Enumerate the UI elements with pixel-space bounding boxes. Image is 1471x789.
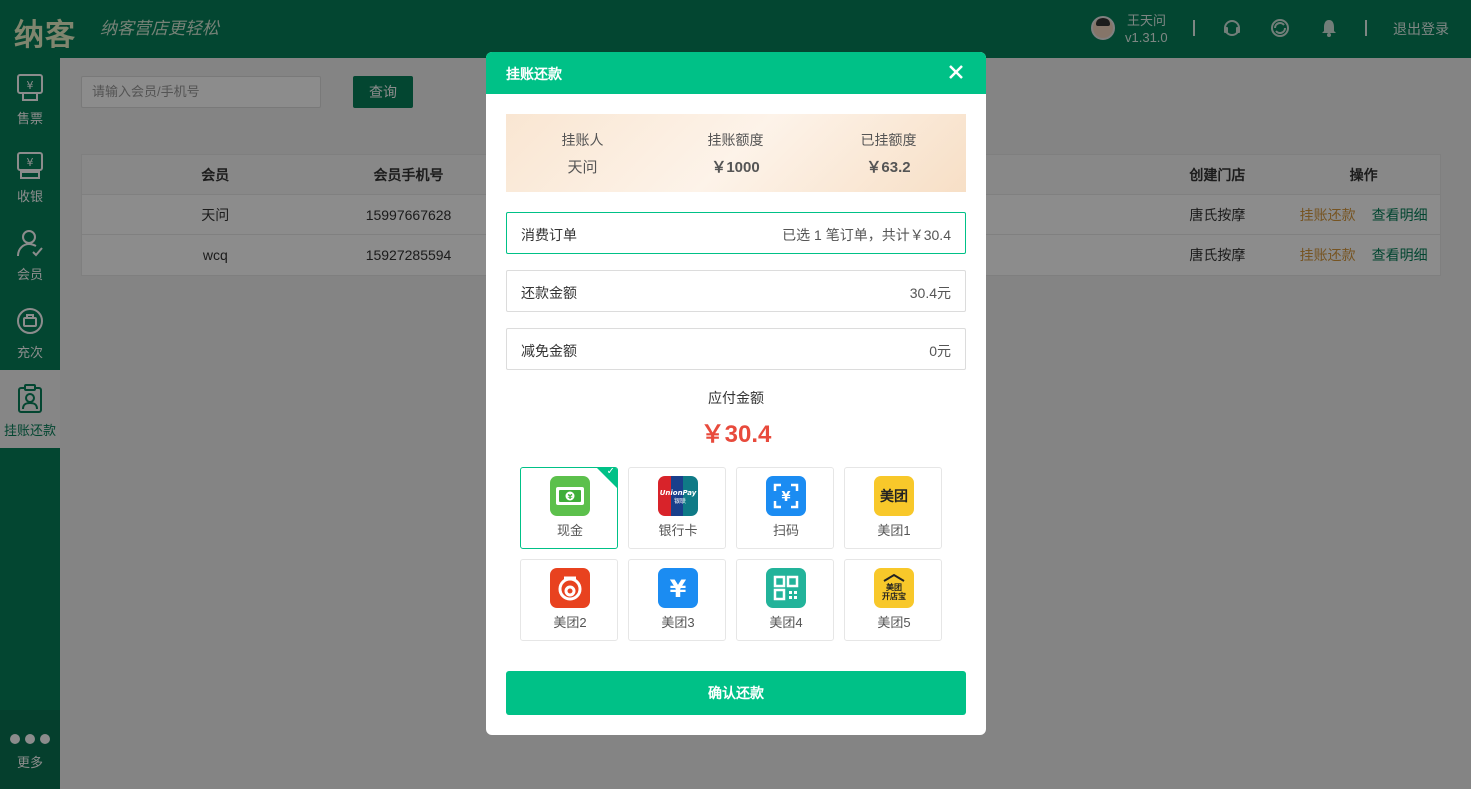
unionpay-text: UnionPay	[660, 489, 697, 497]
svg-text:¥: ¥	[670, 575, 687, 603]
meituan-circle-icon	[550, 568, 590, 608]
repay-amount-field[interactable]: 还款金额 30.4元	[506, 270, 966, 312]
unionpay-cn-text: 银联	[674, 497, 686, 505]
repay-amount-label: 还款金额	[521, 285, 577, 301]
check-icon: ✓	[606, 467, 615, 477]
close-icon[interactable]	[946, 62, 966, 82]
pay-method-label: 美团2	[553, 615, 587, 630]
credit-repay-modal: 挂账还款 挂账人 天问 挂账额度 ￥1000 已挂额度 ￥63.2 消费订单 已…	[486, 52, 986, 735]
limit-info: 挂账额度 ￥1000	[659, 130, 812, 177]
meituan-icon: 美团	[874, 476, 914, 516]
pay-method-label: 美团3	[661, 615, 695, 630]
orders-value: 已选 1 笔订单，共计￥30.4	[782, 227, 951, 243]
used-label: 已挂额度	[860, 132, 917, 148]
svg-text:¥: ¥	[568, 493, 573, 501]
used-info: 已挂额度 ￥63.2	[812, 130, 965, 177]
pay-method-meituan-3[interactable]: ¥ 美团3	[628, 559, 726, 641]
yuan-icon: ¥	[658, 568, 698, 608]
used-value: ￥63.2	[866, 159, 911, 176]
svg-text:¥: ¥	[781, 490, 790, 505]
pay-method-cash[interactable]: ¥ 现金 ✓	[520, 467, 618, 549]
holder-info: 挂账人 天问	[506, 130, 659, 177]
due-label: 应付金额	[708, 390, 764, 406]
meituan-text: 美团	[880, 488, 908, 505]
orders-label: 消费订单	[521, 227, 577, 243]
pay-method-bank-card[interactable]: UnionPay 银联 银行卡	[628, 467, 726, 549]
orders-field[interactable]: 消费订单 已选 1 笔订单，共计￥30.4	[506, 212, 966, 254]
pay-method-meituan-1[interactable]: 美团 美团1	[844, 467, 942, 549]
repay-amount-value: 30.4元	[909, 285, 951, 301]
modal-header: 挂账还款	[486, 52, 986, 94]
discount-amount-value: 0元	[929, 343, 951, 359]
cash-icon: ¥	[550, 476, 590, 516]
pay-method-label: 美团5	[877, 615, 911, 630]
pay-method-label: 美团1	[877, 523, 911, 538]
pay-method-label: 美团4	[769, 615, 803, 630]
limit-label: 挂账额度	[707, 132, 764, 148]
discount-amount-field[interactable]: 减免金额 0元	[506, 328, 966, 370]
due-amount: ￥30.4	[700, 421, 772, 448]
pay-method-label: 扫码	[772, 523, 799, 538]
meituan-store-text: 美团	[886, 582, 902, 592]
meituan-store-sub: 开店宝	[882, 591, 906, 601]
meituan-store-icon: 美团 开店宝	[874, 568, 914, 608]
limit-value: ￥1000	[711, 159, 760, 176]
credit-info-card: 挂账人 天问 挂账额度 ￥1000 已挂额度 ￥63.2	[506, 114, 966, 192]
pay-method-meituan-2[interactable]: 美团2	[520, 559, 618, 641]
confirm-repay-button[interactable]: 确认还款	[506, 671, 966, 715]
unionpay-icon: UnionPay 银联	[658, 476, 698, 516]
pay-method-meituan-4[interactable]: 美团4	[736, 559, 834, 641]
discount-amount-label: 减免金额	[521, 343, 577, 359]
modal-title: 挂账还款	[506, 66, 562, 82]
qrcode-icon	[766, 568, 806, 608]
pay-method-label: 银行卡	[658, 523, 698, 538]
pay-method-scan[interactable]: ¥ 扫码	[736, 467, 834, 549]
holder-label: 挂账人	[561, 132, 604, 148]
holder-value: 天问	[567, 159, 598, 176]
pay-method-meituan-5[interactable]: 美团 开店宝 美团5	[844, 559, 942, 641]
scan-code-icon: ¥	[766, 476, 806, 516]
pay-method-label: 现金	[556, 523, 583, 538]
